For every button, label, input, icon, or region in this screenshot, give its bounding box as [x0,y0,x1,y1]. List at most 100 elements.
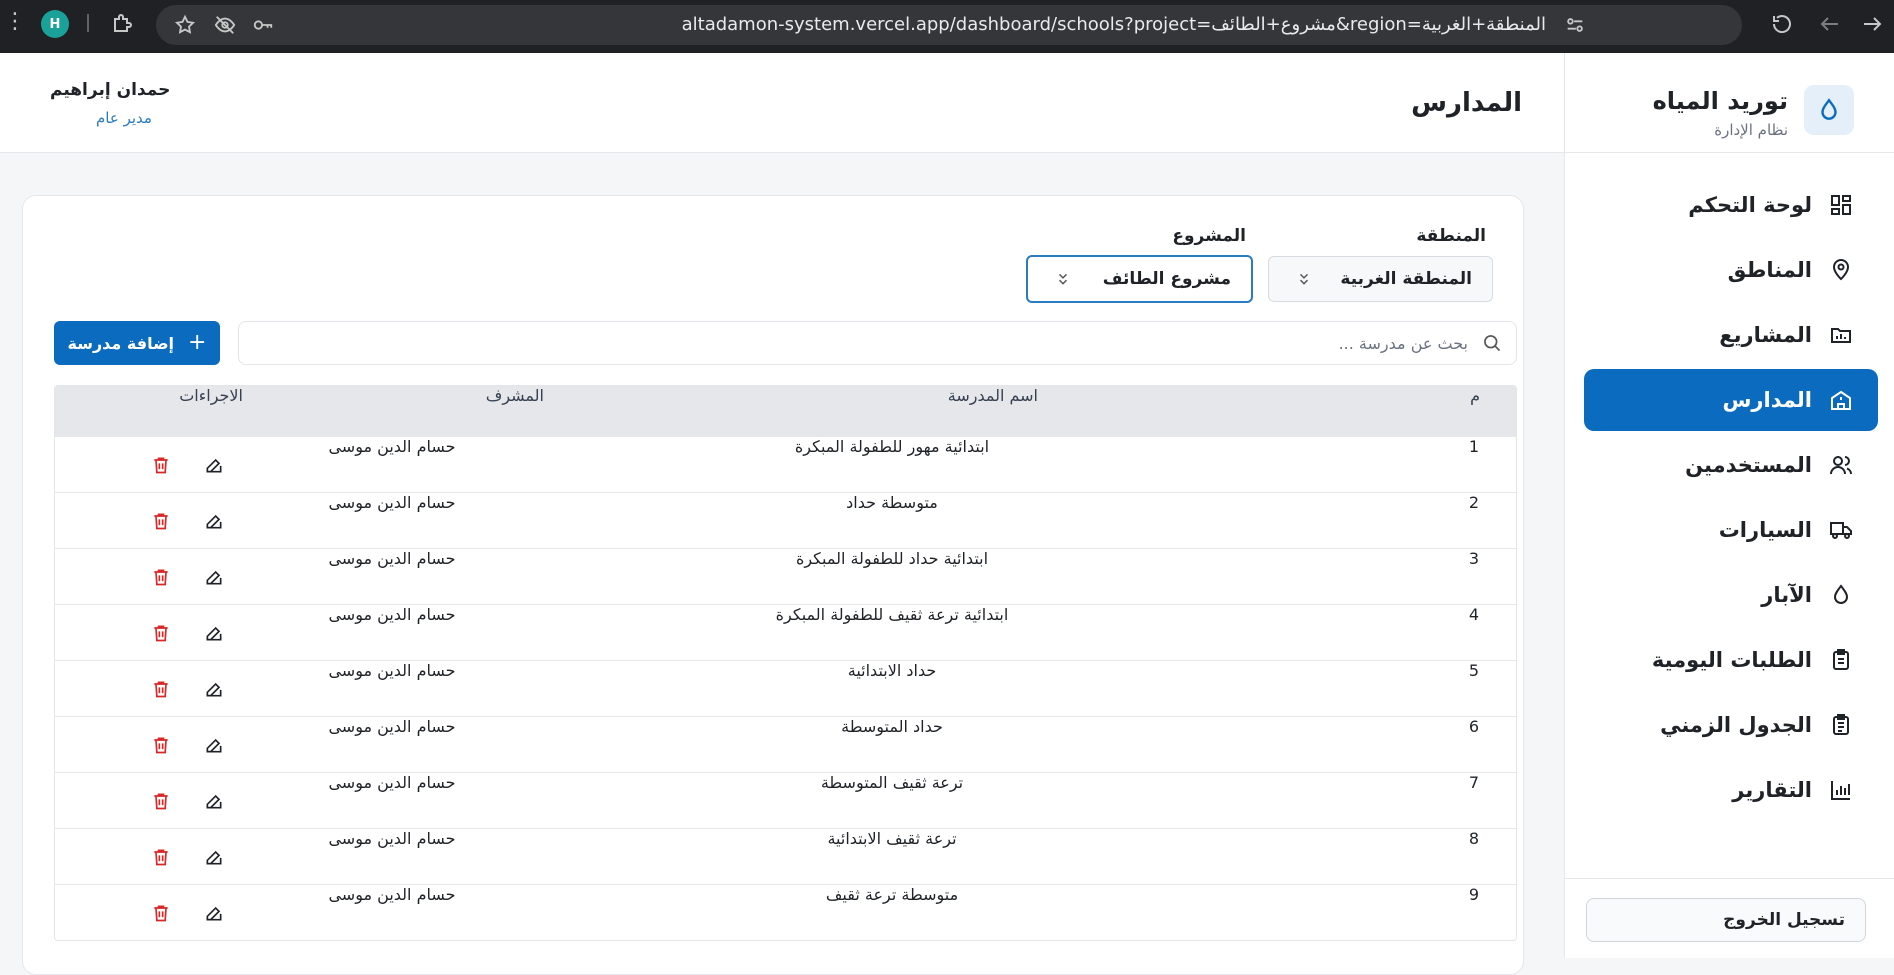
logout-area: تسجيل الخروج [1564,878,1894,958]
logout-button[interactable]: تسجيل الخروج [1586,898,1866,942]
sidebar-item-users[interactable]: المستخدمين [1584,434,1878,496]
row-number: 7 [1468,773,1479,792]
plus-icon: + [188,330,207,355]
sidebar-item-schedule[interactable]: الجدول الزمني [1584,694,1878,756]
chevrons-up-down-icon [1299,273,1309,285]
school-name: متوسطة حداد [846,493,938,512]
edit-icon[interactable] [204,567,224,587]
row-number: 4 [1468,605,1479,624]
table-row: 8 ترعة ثقيف الابتدائية حسام الدين موسى [55,828,1516,884]
user-role: مدير عام [96,109,152,127]
project-select-value: مشروع الطائف [1102,269,1231,289]
trash-icon[interactable] [151,791,171,811]
sidebar-item-regions[interactable]: المناطق [1584,239,1878,301]
trash-icon[interactable] [151,567,171,587]
sidebar-item-vehicles[interactable]: السيارات [1584,499,1878,561]
search-box [238,321,1517,365]
schools-table: م اسم المدرسة المشرف الاجراءات 1 ابتدائية… [54,385,1517,941]
site-settings-icon[interactable] [1564,14,1586,36]
supervisor-name: حسام الدين موسى [328,437,456,456]
sidebar: توريد المياه نظام الإدارة لوحة التحكم ال… [1564,53,1894,958]
trash-icon[interactable] [151,735,171,755]
eye-off-icon[interactable] [214,14,236,36]
col-actions-header: الاجراءات [179,386,243,405]
edit-icon[interactable] [204,455,224,475]
page-title: المدارس [1411,88,1522,118]
sidebar-item-label: الجدول الزمني [1660,713,1812,737]
add-school-label: إضافة مدرسة [67,333,175,353]
edit-icon[interactable] [204,903,224,923]
profile-avatar[interactable]: H [41,10,69,38]
table-row: 6 حداد المتوسطة حسام الدين موسى [55,716,1516,772]
reload-icon[interactable] [1770,12,1794,36]
clipboard-list-icon [1828,712,1854,738]
supervisor-name: حسام الدين موسى [328,549,456,568]
supervisor-name: حسام الدين موسى [328,605,456,624]
school-name: ابتدائية مهور للطفولة المبكرة [794,437,990,456]
edit-icon[interactable] [204,847,224,867]
supervisor-name: حسام الدين موسى [328,661,456,680]
trash-icon[interactable] [151,903,171,923]
school-name: ابتدائية ترعة ثقيف للطفولة المبكرة [775,605,1009,624]
trash-icon[interactable] [151,623,171,643]
sidebar-item-dashboard[interactable]: لوحة التحكم [1584,174,1878,236]
trash-icon[interactable] [151,511,171,531]
top-header: المدارس حمدان إبراهيم مدير عام [0,53,1564,153]
brand-header: توريد المياه نظام الإدارة [1565,53,1894,153]
school-name: حداد المتوسطة [841,717,943,736]
supervisor-name: حسام الدين موسى [328,493,456,512]
sidebar-item-label: المشاريع [1719,323,1812,347]
sidebar-item-label: الآبار [1761,583,1812,607]
row-number: 9 [1468,885,1479,904]
sidebar-item-projects[interactable]: المشاريع [1584,304,1878,366]
edit-icon[interactable] [204,511,224,531]
supervisor-name: حسام الدين موسى [328,885,456,904]
bookmark-star-icon[interactable] [174,14,196,36]
trash-icon[interactable] [151,847,171,867]
sidebar-item-label: السيارات [1718,518,1812,542]
browser-toolbar: ⋮ H altadamon-system.vercel.app/dashboar… [0,0,1894,53]
sidebar-item-label: التقارير [1732,778,1812,802]
browser-menu-icon[interactable]: ⋮ [4,11,26,33]
users-icon [1828,452,1854,478]
sidebar-item-daily-orders[interactable]: الطلبات اليومية [1584,629,1878,691]
school-name: ترعة ثقيف المتوسطة [820,773,964,792]
chevrons-up-down-icon [1058,273,1068,285]
sidebar-item-reports[interactable]: التقارير [1584,759,1878,821]
key-icon[interactable] [252,14,274,36]
edit-icon[interactable] [204,679,224,699]
sidebar-item-label: الطلبات اليومية [1651,648,1812,672]
edit-icon[interactable] [204,791,224,811]
edit-icon[interactable] [204,623,224,643]
search-input[interactable] [288,322,1468,364]
supervisor-name: حسام الدين موسى [328,773,456,792]
map-pin-icon [1828,257,1854,283]
extensions-icon[interactable] [111,12,135,36]
clipboard-icon [1828,647,1854,673]
back-arrow-icon[interactable] [1818,12,1842,36]
sidebar-nav: لوحة التحكم المناطق المشاريع المدارس الم… [1564,171,1894,821]
school-name: متوسطة ترعة ثقيف [825,885,959,904]
user-name[interactable]: حمدان إبراهيم [50,80,170,100]
forward-arrow-icon[interactable] [1860,12,1884,36]
address-bar[interactable]: altadamon-system.vercel.app/dashboard/sc… [156,5,1742,45]
table-row: 2 متوسطة حداد حسام الدين موسى [55,492,1516,548]
brand-subtitle: نظام الإدارة [1714,121,1788,139]
school-icon [1828,387,1854,413]
sidebar-item-wells[interactable]: الآبار [1584,564,1878,626]
bar-chart-icon [1828,777,1854,803]
project-select[interactable]: مشروع الطائف [1026,255,1253,303]
region-select[interactable]: المنطقة الغربية [1268,256,1493,302]
brand-name: توريد المياه [1652,87,1788,115]
schools-card: المنطقة المشروع المنطقة الغربية مشروع ال… [22,195,1524,975]
sidebar-item-label: المستخدمين [1685,453,1812,477]
trash-icon[interactable] [151,455,171,475]
table-row: 1 ابتدائية مهور للطفولة المبكرة حسام الدين… [55,436,1516,492]
sidebar-item-label: المدارس [1722,388,1812,412]
add-school-button[interactable]: + إضافة مدرسة [54,321,220,365]
edit-icon[interactable] [204,735,224,755]
url-text[interactable]: altadamon-system.vercel.app/dashboard/sc… [682,14,1546,35]
trash-icon[interactable] [151,679,171,699]
col-number-header: م [1470,386,1480,405]
sidebar-item-schools[interactable]: المدارس [1584,369,1878,431]
